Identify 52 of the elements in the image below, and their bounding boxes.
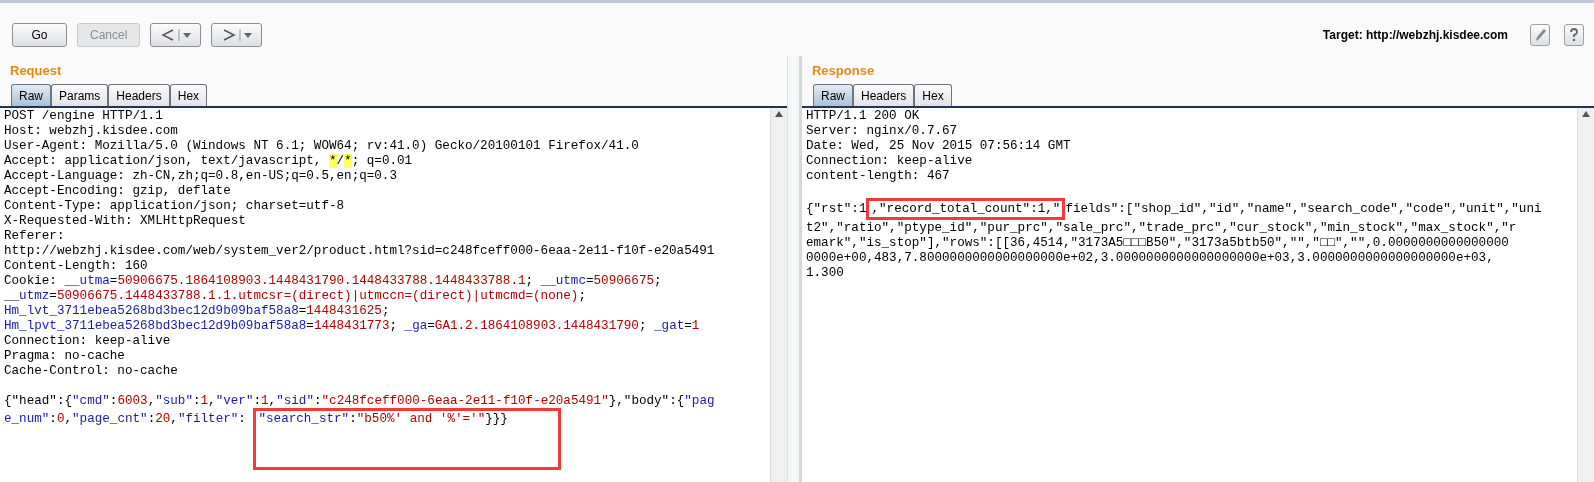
text-line: 1.300 bbox=[806, 266, 844, 281]
help-icon bbox=[1569, 28, 1579, 42]
text-line: Accept-Encoding: gzip, deflate bbox=[4, 184, 231, 199]
toolbar-button[interactable]: Go bbox=[12, 23, 67, 47]
text-line: emark","is_stop"],"rows":[[36,4514,"3173A5□□□B50","3173a5btb50","","□□","",0.0000000000000000 bbox=[806, 236, 1509, 251]
text-line: Content-Type: application/json; charset=utf-8 bbox=[4, 199, 345, 214]
help-button[interactable] bbox=[1564, 24, 1584, 46]
text-line: Pragma: no-cache bbox=[4, 349, 125, 364]
text-line: 0000e+00,483,7.8000000000000000000e+02,3.0000000000000000000e+03,3.0000000000000000000e+03, bbox=[806, 251, 1494, 266]
split-handle[interactable] bbox=[787, 56, 802, 482]
scrollbar[interactable] bbox=[770, 108, 787, 482]
text-line: Referer: bbox=[4, 229, 65, 244]
text-line: Cache-Control: no-cache bbox=[4, 364, 178, 379]
tab[interactable]: Hex bbox=[169, 84, 208, 106]
tab[interactable]: Raw bbox=[813, 84, 853, 106]
edit-button[interactable] bbox=[1530, 24, 1550, 46]
target-label: Target: http://webzhj.kisdee.com bbox=[1322, 28, 1508, 42]
text-line: Content-Length: 160 bbox=[4, 259, 148, 274]
back-button[interactable] bbox=[150, 23, 202, 47]
tab[interactable]: Headers bbox=[108, 84, 170, 106]
text-line: Server: nginx/0.7.67 bbox=[806, 124, 958, 139]
scroll-up-icon[interactable] bbox=[775, 111, 783, 117]
pencil-icon bbox=[1534, 28, 1546, 42]
text-line: Accept-Language: zh-CN,zh;q=0.8,en-US;q=0.5,en;q=0.3 bbox=[4, 169, 397, 184]
scrollbar[interactable] bbox=[1577, 108, 1594, 482]
forward-button[interactable] bbox=[211, 23, 263, 47]
text-line: {"rst":1 ,"record_total_count":1," fields":["shop_id","id","name","search_code","code","unit","uni bbox=[806, 202, 1542, 217]
scroll-up-icon[interactable] bbox=[1582, 111, 1590, 117]
pane-title: Request bbox=[9, 62, 63, 80]
tab[interactable]: Hex bbox=[914, 84, 952, 106]
text-line: Host: webzhj.kisdee.com bbox=[4, 124, 178, 139]
text-line: Hm_lvt_3711ebea5268bd3bec12d9b09baf58a8=1448431625; bbox=[4, 304, 390, 319]
text-line: Hm_lpvt_3711ebea5268bd3bec12d9b09baf58a8=1448431773; _ga=GA1.2.1864108903.1448431790; _gat=1 bbox=[4, 319, 700, 334]
text-line: http://webzhj.kisdee.com/web/system_ver2/product.html?sid=c248fceff000-6eaa-2e11-f10f-e20a5491 bbox=[4, 244, 715, 259]
text-line: {"head":{"cmd":6003,"sub":1,"ver":1,"sid":"c248fceff000-6eaa-2e11-f10f-e20a5491"},"body":{"pag bbox=[4, 394, 715, 409]
text-line: e_num":0,"page_cnt":20,"filter": "search_str":"b50%' and '%'='"}}} bbox=[4, 412, 513, 427]
tab[interactable]: Raw bbox=[11, 84, 51, 106]
tab[interactable]: Params bbox=[51, 84, 109, 106]
pane-title: Response bbox=[811, 62, 876, 80]
text-line: Connection: keep-alive bbox=[806, 154, 973, 169]
text-line: Connection: keep-alive bbox=[4, 334, 171, 349]
tab[interactable]: Headers bbox=[853, 84, 915, 106]
text-line: POST /engine HTTP/1.1 bbox=[4, 109, 163, 124]
text-line: Accept: application/json, text/javascript, */*; q=0.01 bbox=[4, 154, 413, 169]
text-line: User-Agent: Mozilla/5.0 (Windows NT 6.1; WOW64; rv:41.0) Gecko/20100101 Firefox/41.0 bbox=[4, 139, 639, 154]
text-line: content-length: 467 bbox=[806, 169, 950, 184]
text-line: Cookie: __utma=50906675.1864108903.1448431790.1448433788.1448433788.1; __utmc=50906675; bbox=[4, 274, 662, 289]
text-line: __utmz=50906675.1448433788.1.1.utmcsr=(direct)|utmccn=(direct)|utmcmd=(none); bbox=[4, 289, 586, 304]
text-line: t2","ratio","ptype_id","pur_prc","sale_prc","trade_prc","cur_stock","min_stock","max_stock","r bbox=[806, 221, 1517, 236]
text-line: HTTP/1.1 200 OK bbox=[806, 109, 920, 124]
text-line: X-Requested-With: XMLHttpRequest bbox=[4, 214, 246, 229]
text-line: Date: Wed, 25 Nov 2015 07:56:14 GMT bbox=[806, 139, 1071, 154]
